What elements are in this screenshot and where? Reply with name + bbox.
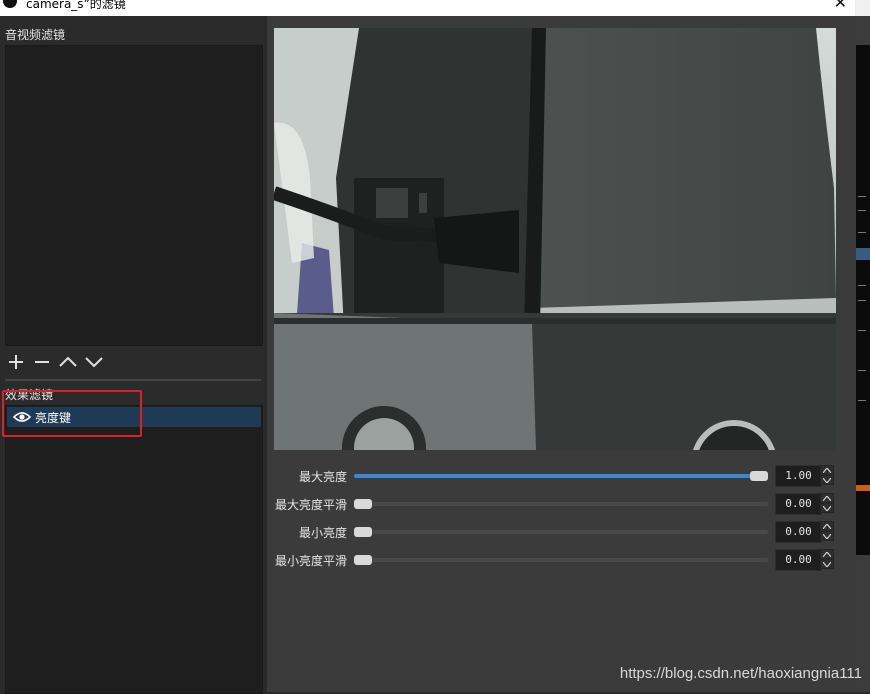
remove-filter-button[interactable] xyxy=(32,352,52,372)
filters-toolbar xyxy=(6,352,104,372)
obs-app-icon xyxy=(3,0,17,8)
window-titlebar: camera_s”的滤镜 ✕ xyxy=(0,0,855,16)
slider-handle[interactable] xyxy=(354,499,372,509)
property-slider[interactable] xyxy=(354,499,768,509)
camera-preview-image xyxy=(274,28,836,450)
window-title: camera_s”的滤镜 xyxy=(26,0,126,11)
property-value-field[interactable]: 0.00 xyxy=(775,493,822,515)
property-slider[interactable] xyxy=(354,555,768,565)
background-window-strip xyxy=(855,0,870,692)
camera-preview xyxy=(274,28,836,450)
slider-handle[interactable] xyxy=(750,471,768,481)
property-value-field[interactable]: 0.00 xyxy=(775,549,822,571)
property-slider[interactable] xyxy=(354,527,768,537)
property-label: 最大亮度 xyxy=(298,470,347,484)
property-value-field[interactable]: 0.00 xyxy=(775,521,822,543)
slider-handle[interactable] xyxy=(354,527,372,537)
add-filter-button[interactable] xyxy=(6,352,26,372)
add-icon xyxy=(9,355,23,369)
audio-video-filters-label: 音视频滤镜 xyxy=(5,28,66,42)
property-label: 最小亮度平滑 xyxy=(274,554,347,568)
filter-properties-panel: 最大亮度 1.00 最大亮度平滑 0.00 最小亮度 0.00 最小亮度平滑 0… xyxy=(267,16,855,692)
spin-down-button[interactable] xyxy=(820,503,834,513)
move-filter-up-button[interactable] xyxy=(58,352,78,372)
property-label: 最大亮度平滑 xyxy=(274,498,347,512)
move-filter-down-button[interactable] xyxy=(84,352,104,372)
audio-video-filters-list[interactable] xyxy=(5,45,263,346)
effect-filters-list[interactable]: 亮度键 xyxy=(5,405,263,694)
spin-arrows xyxy=(820,549,834,571)
spin-down-button[interactable] xyxy=(820,559,834,569)
move-down-icon xyxy=(85,357,103,368)
close-icon[interactable]: ✕ xyxy=(834,0,847,11)
section-divider xyxy=(5,379,261,381)
move-up-icon xyxy=(59,356,77,367)
spin-down-button[interactable] xyxy=(820,475,834,485)
filters-sidebar: 音视频滤镜 效果滤镜 亮度键 xyxy=(0,16,267,694)
property-value-field[interactable]: 1.00 xyxy=(775,465,822,487)
spin-down-button[interactable] xyxy=(820,531,834,541)
spin-up-button[interactable] xyxy=(820,549,834,559)
property-slider[interactable] xyxy=(354,471,768,481)
annotation-highlight-box xyxy=(2,390,142,437)
property-row: 最大亮度 1.00 xyxy=(267,465,855,487)
spin-up-button[interactable] xyxy=(820,465,834,475)
spin-arrows xyxy=(820,465,834,487)
remove-icon xyxy=(35,361,49,363)
property-row: 最大亮度平滑 0.00 xyxy=(267,493,855,515)
blog-watermark: https://blog.csdn.net/haoxiangnia111 xyxy=(619,665,862,682)
spin-arrows xyxy=(820,521,834,543)
spin-up-button[interactable] xyxy=(820,493,834,503)
spin-up-button[interactable] xyxy=(820,521,834,531)
property-label: 最小亮度 xyxy=(298,526,347,540)
spin-arrows xyxy=(820,493,834,515)
slider-fill xyxy=(354,474,759,478)
property-row: 最小亮度平滑 0.00 xyxy=(267,549,855,571)
property-row: 最小亮度 0.00 xyxy=(267,521,855,543)
slider-handle[interactable] xyxy=(354,555,372,565)
